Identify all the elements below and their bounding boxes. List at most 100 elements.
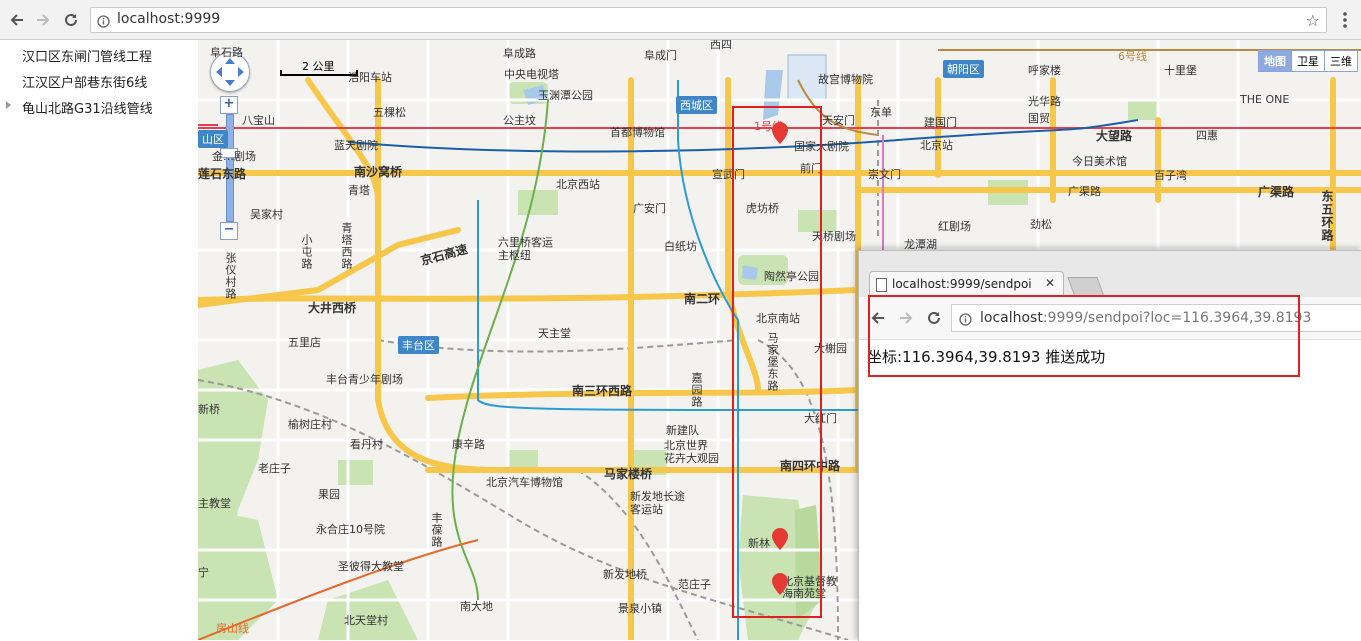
map-label: 广渠路 [1068, 185, 1101, 198]
map-label: 阜成路 [503, 47, 536, 60]
map-label: 青塔西路 [340, 222, 353, 270]
map-label: 老庄子 [258, 462, 291, 475]
district-label: 丰台区 [398, 336, 439, 354]
map-label: 光华路 [1028, 95, 1061, 108]
map-label: 看丹村 [350, 438, 383, 451]
map-label: 新桥 [198, 403, 220, 416]
forward-arrow-icon[interactable] [32, 9, 54, 31]
map-type-3d[interactable]: 三维 [1324, 51, 1357, 71]
info-icon[interactable] [97, 13, 110, 32]
map-label: 南三环西路 [572, 384, 633, 398]
map-type-switch[interactable]: 地图 卫星 三维 [1258, 50, 1358, 72]
highlight-box [868, 295, 1300, 377]
map-label: 宁 [198, 566, 209, 579]
map-label: 东单 [870, 106, 892, 119]
map-label: 五棵松 [373, 106, 406, 119]
map-label: 北京汽车博物馆 [486, 476, 563, 489]
district-label: 朝阳区 [943, 60, 984, 78]
map-label: 今日美术馆 [1072, 155, 1127, 168]
map-label: 永合庄10号院 [316, 523, 385, 536]
map-label: 十里堡 [1164, 64, 1197, 77]
map-label: 崇文门 [868, 168, 901, 181]
zoom-in-button[interactable]: + [220, 96, 238, 114]
map-type-satellite[interactable]: 卫星 [1291, 51, 1324, 71]
map-label: 建国门 [924, 116, 957, 129]
map-label: 圣彼得大教堂 [338, 560, 404, 573]
star-icon[interactable]: ☆ [1306, 11, 1320, 30]
map-label: 八宝山 [242, 114, 275, 127]
map-label: THE ONE [1240, 93, 1290, 106]
map-label: 青塔 [348, 184, 370, 197]
map-label: 6号线 [1118, 50, 1147, 63]
map-label: 嘉园路 [690, 372, 703, 408]
map-label: 南二环 [684, 292, 721, 306]
map-label: 百子湾 [1154, 169, 1187, 182]
map-label: 红剧场 [938, 220, 971, 233]
district-label: 西城区 [676, 96, 717, 114]
map-label: 阜成门 [644, 49, 677, 62]
map-label: 劲松 [1030, 218, 1052, 231]
map-label: 蓝天剧院 [334, 139, 378, 152]
district-label: 山区 [198, 130, 228, 148]
map-label: 康辛路 [452, 438, 485, 451]
map-label: 新发地桥 [603, 568, 647, 581]
map-label: 果园 [318, 488, 340, 501]
map-label: 金…剧场 [212, 150, 256, 163]
tree-item[interactable]: 汉口区东闸门管线工程 [22, 46, 152, 65]
close-tab-icon[interactable]: ✕ [1045, 276, 1055, 290]
map-label: 北京站 [920, 139, 953, 152]
back-arrow-icon[interactable] [6, 9, 28, 31]
map-label: 四惠 [1196, 129, 1218, 142]
project-tree: 汉口区东闸门管线工程 江汉区户部巷东街6线 龟山北路G31沿线管线 [0, 40, 198, 640]
map-label: 东五环路 [1320, 190, 1334, 242]
popup-tab[interactable]: localhost:9999/sendpoi ✕ [869, 271, 1064, 297]
map-label: 广安门 [633, 202, 666, 215]
zoom-out-button[interactable]: − [220, 222, 238, 240]
address-url: localhost:9999 [117, 11, 221, 27]
tree-item[interactable]: 龟山北路G31沿线管线 [22, 98, 153, 117]
map-label: 新建队 [666, 424, 699, 437]
map-label: 天安门 [822, 114, 855, 127]
map-label: 景泉小镇 [618, 602, 662, 615]
map-label: 范庄子 [678, 578, 711, 591]
tree-item[interactable]: 江汉区户部巷东街6线 [22, 72, 147, 91]
map-label: 呼家楼 [1028, 64, 1061, 77]
map-label: 丰台青少年剧场 [326, 373, 403, 386]
map-label: 南沙窝桥 [354, 165, 403, 179]
document-icon [876, 278, 887, 292]
map-label: 浩阳车站 [348, 71, 392, 84]
map-label: 房山线 [216, 622, 249, 635]
map-label: 主枢纽 [498, 249, 531, 262]
map-label: 丰葆路 [430, 512, 443, 548]
highlight-box [732, 106, 822, 618]
map-label: 广渠路 [1258, 185, 1295, 199]
map-label: 阜石路 [210, 46, 243, 59]
map-label: 客运站 [630, 503, 663, 516]
scale-label: 2 公里 [302, 60, 335, 73]
scale-bar [280, 70, 358, 76]
map-label: 吴家村 [250, 208, 283, 221]
map-label: 榆树庄村 [288, 418, 332, 431]
map-label: 玉渊潭公园 [538, 89, 593, 102]
map-label: 首都博物馆 [610, 126, 665, 139]
map-scale: 2 公里 [280, 58, 358, 76]
menu-icon[interactable] [1341, 10, 1349, 30]
map-label: 国贸 [1028, 112, 1050, 125]
map-label: 中央电视塔 [504, 68, 559, 81]
map-label: 南大地 [460, 600, 493, 613]
reload-icon[interactable] [60, 9, 82, 31]
new-tab-button[interactable] [1067, 277, 1105, 297]
map-label: 莲石东路 [198, 167, 247, 181]
map-label: 马家楼桥 [604, 467, 653, 481]
map-label: 故宫博物院 [818, 73, 873, 86]
map-label: 北京西站 [556, 178, 600, 191]
address-bar[interactable]: localhost:9999 ☆ [90, 7, 1327, 33]
map-label: 花卉大观园 [664, 452, 719, 465]
map-label: 主教堂 [198, 497, 231, 510]
map-label: 小屯路 [300, 234, 313, 270]
map-label: 西四 [710, 40, 732, 51]
popup-tab-title: localhost:9999/sendpoi [892, 277, 1032, 291]
map-label: 白纸坊 [664, 240, 697, 253]
map-type-map[interactable]: 地图 [1259, 51, 1291, 71]
expand-caret-icon[interactable] [6, 101, 11, 109]
